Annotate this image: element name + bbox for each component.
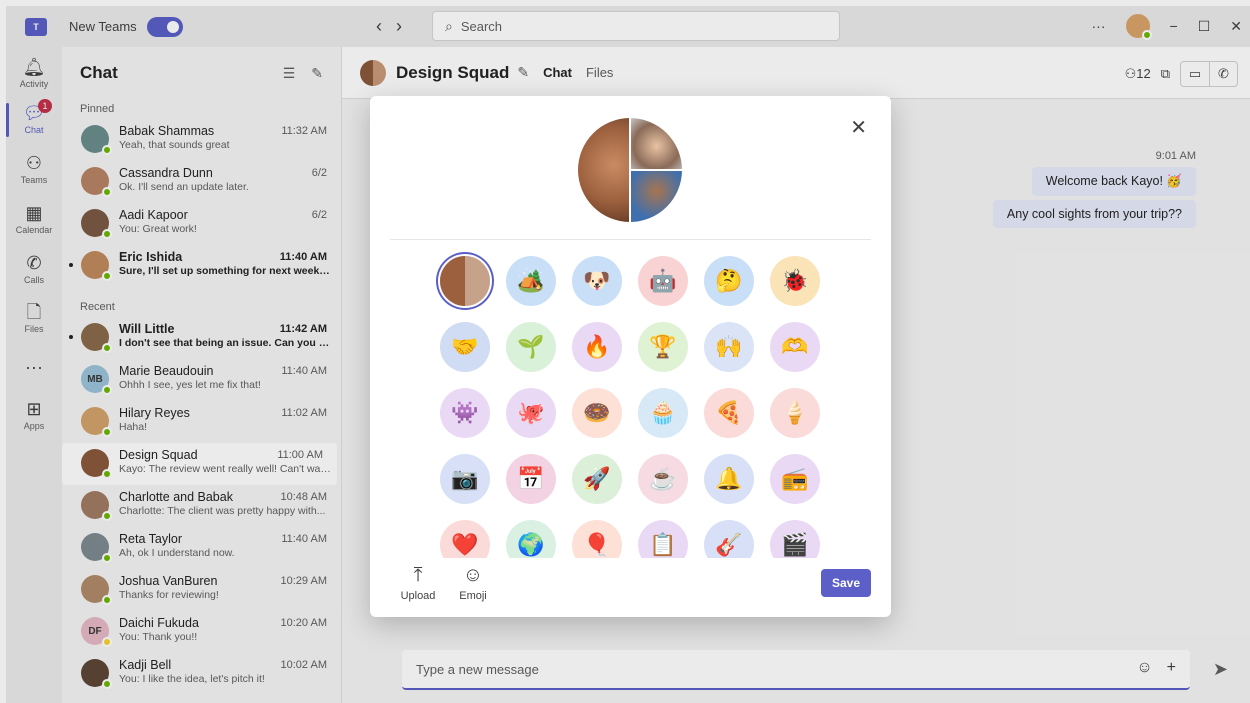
camera-option[interactable]: 📷	[440, 454, 490, 504]
robot-icon: 🤖	[649, 268, 677, 293]
upload-icon: ⤒	[413, 564, 423, 586]
handshake-option[interactable]: 🤝	[440, 322, 490, 372]
divider	[390, 239, 871, 240]
heart-icon: ❤️	[451, 532, 479, 557]
video-icon: 🎬	[781, 532, 809, 557]
purple-monster-icon: 👾	[451, 400, 479, 425]
video-option[interactable]: 🎬	[770, 520, 820, 558]
heart-hands-option[interactable]: 🫶	[770, 322, 820, 372]
avatar-preview	[578, 118, 682, 222]
beetle-option[interactable]: 🐞	[770, 256, 820, 306]
bell-option[interactable]: 🔔	[704, 454, 754, 504]
globe-icon: 🌍	[517, 532, 545, 557]
pizza-creature-option[interactable]: 🍕	[704, 388, 754, 438]
smiley-icon: ☺	[462, 564, 484, 586]
upload-button[interactable]: ⤒ Upload	[393, 564, 443, 602]
camping-tent-icon: 🏕️	[517, 268, 545, 293]
teacup-icon: ☕	[649, 466, 677, 491]
heart-hands-icon: 🫶	[781, 334, 809, 359]
handshake-icon: 🤝	[451, 334, 479, 359]
hands-together-option[interactable]: 🙌	[704, 322, 754, 372]
hands-together-icon: 🙌	[715, 334, 743, 359]
ice-cream-option[interactable]: 🍦	[770, 388, 820, 438]
ice-cream-icon: 🍦	[781, 400, 809, 425]
beetle-icon: 🐞	[781, 268, 809, 293]
boombox-option[interactable]: 📻	[770, 454, 820, 504]
rocket-icon: 🚀	[583, 466, 611, 491]
octopus-icon: 🐙	[517, 400, 545, 425]
chef-donut-option[interactable]: 🍩	[572, 388, 622, 438]
avatar-options-grid: 🏕️ 🐶 🤖 🤔 🐞 🤝 🌱 🔥 🏆 🙌 🫶 👾 🐙 🍩 🧁 🍕 🍦 📷 📅 🚀 ☕ 🔔 📻 ❤️ 🌍 🎈 📋 🎸 🎬	[390, 246, 871, 558]
close-dialog-button[interactable]: ✕	[850, 118, 867, 138]
board-option[interactable]: 📋	[638, 520, 688, 558]
chef-donut-icon: 🍩	[583, 400, 611, 425]
cupcake-option[interactable]: 🧁	[638, 388, 688, 438]
emoji-label: Emoji	[459, 590, 487, 602]
trophy-option[interactable]: 🏆	[638, 322, 688, 372]
boombox-icon: 📻	[781, 466, 809, 491]
upload-label: Upload	[400, 590, 436, 602]
calendar-icon: 📅	[517, 466, 545, 491]
camera-icon: 📷	[451, 466, 479, 491]
plant-hand-icon: 🌱	[517, 334, 545, 359]
group-avatar-dialog: ✕ 🏕️ 🐶 🤖 🤔 🐞 🤝 🌱 🔥 🏆 🙌 🫶 👾 🐙 🍩 🧁 🍕 🍦 📷 📅 🚀 ☕ 🔔 📻 ❤️ 🌍 🎈 📋 🎸 🎬 ⤒ Uplo…	[370, 96, 891, 617]
camping-tent-option[interactable]: 🏕️	[506, 256, 556, 306]
globe-option[interactable]: 🌍	[506, 520, 556, 558]
group-photo-option[interactable]	[440, 256, 490, 306]
heart-option[interactable]: ❤️	[440, 520, 490, 558]
trophy-icon: 🏆	[649, 334, 677, 359]
dog-icon: 🐶	[583, 268, 611, 293]
save-button[interactable]: Save	[821, 569, 871, 597]
guitar-option[interactable]: 🎸	[704, 520, 754, 558]
emoji-button[interactable]: ☺ Emoji	[448, 564, 498, 602]
guitar-icon: 🎸	[715, 532, 743, 557]
balloon-option[interactable]: 🎈	[572, 520, 622, 558]
bell-icon: 🔔	[715, 466, 743, 491]
robot-option[interactable]: 🤖	[638, 256, 688, 306]
plant-hand-option[interactable]: 🌱	[506, 322, 556, 372]
pizza-creature-icon: 🍕	[715, 400, 743, 425]
teacup-option[interactable]: ☕	[638, 454, 688, 504]
thinking-face-option[interactable]: 🤔	[704, 256, 754, 306]
flame-hands-icon: 🔥	[583, 334, 611, 359]
dog-option[interactable]: 🐶	[572, 256, 622, 306]
calendar-option[interactable]: 📅	[506, 454, 556, 504]
thinking-face-icon: 🤔	[715, 268, 743, 293]
balloon-icon: 🎈	[583, 532, 611, 557]
octopus-option[interactable]: 🐙	[506, 388, 556, 438]
rocket-option[interactable]: 🚀	[572, 454, 622, 504]
board-icon: 📋	[649, 532, 677, 557]
cupcake-icon: 🧁	[649, 400, 677, 425]
purple-monster-option[interactable]: 👾	[440, 388, 490, 438]
flame-hands-option[interactable]: 🔥	[572, 322, 622, 372]
